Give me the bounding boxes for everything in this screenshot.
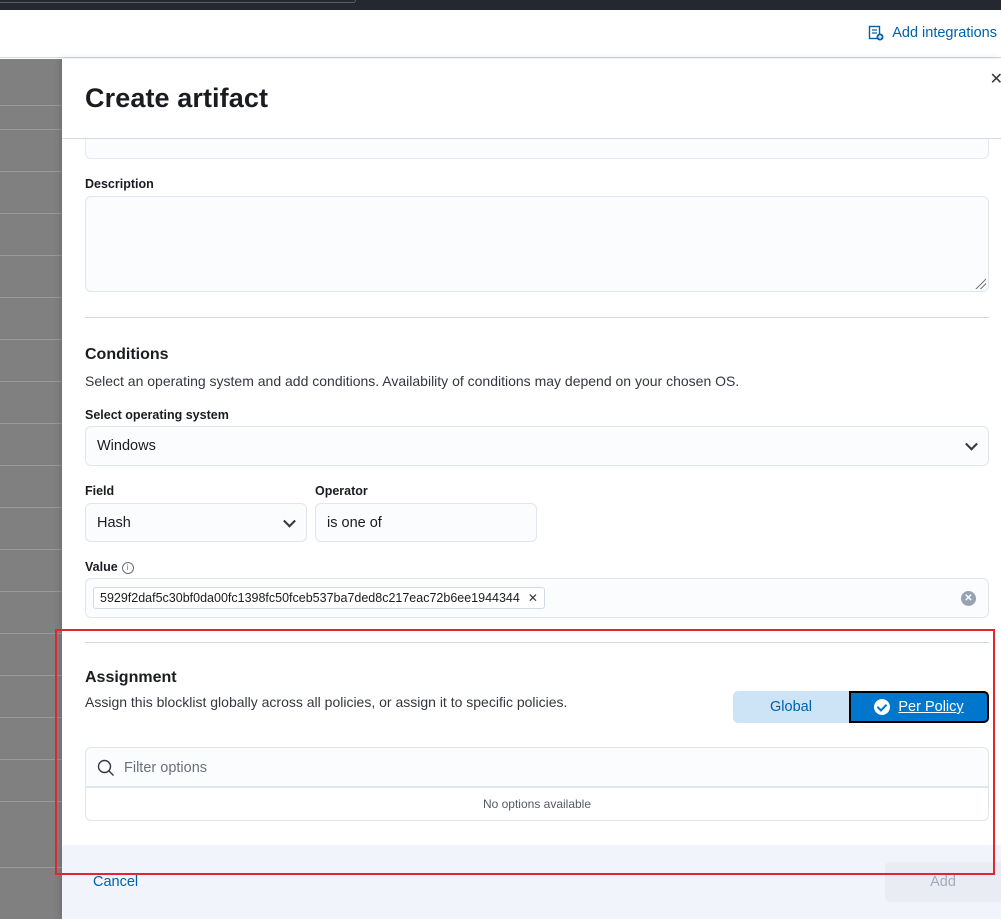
check-circle-icon — [874, 699, 891, 715]
assignment-title: Assignment — [85, 669, 177, 686]
section-divider — [85, 642, 989, 643]
field-label: Field — [85, 484, 115, 498]
backdrop-row-line — [0, 129, 62, 130]
backdrop-row-line — [0, 297, 62, 298]
operator-value: is one of — [327, 514, 382, 531]
search-icon — [97, 759, 114, 776]
backdrop-row-line — [0, 867, 62, 868]
backdrop-row-line — [0, 381, 62, 382]
backdrop-row-line — [0, 339, 62, 340]
cancel-button[interactable]: Cancel — [93, 874, 138, 890]
backdrop-row-line — [0, 507, 62, 508]
page-header: Add integrations — [0, 10, 1001, 58]
os-select[interactable]: Windows — [85, 426, 989, 466]
policy-filter-box — [85, 747, 989, 787]
policy-options-list: No options available — [85, 787, 989, 821]
global-button-label: Global — [770, 699, 812, 715]
chevron-down-icon — [965, 437, 978, 451]
top-nav-bar — [0, 0, 1001, 10]
backdrop-row-line — [0, 105, 62, 106]
flyout-footer: Cancel Add — [62, 845, 1001, 919]
value-label: Value i — [85, 560, 134, 574]
value-chip-text: 5929f2daf5c30bf0da00fc1398fc50fceb537ba7… — [100, 591, 520, 605]
backdrop-row-line — [0, 591, 62, 592]
value-combobox[interactable]: 5929f2daf5c30bf0da00fc1398fc50fceb537ba7… — [85, 578, 989, 618]
os-select-label: Select operating system — [85, 408, 229, 422]
per-policy-button[interactable]: Per Policy — [849, 691, 989, 723]
field-select[interactable]: Hash — [85, 503, 307, 542]
add-integrations-link[interactable]: Add integrations — [868, 25, 997, 41]
backdrop-row-line — [0, 801, 62, 802]
modal-backdrop[interactable] — [0, 59, 62, 919]
section-divider — [85, 317, 989, 318]
integrations-icon — [869, 25, 884, 41]
resize-grip-icon[interactable] — [974, 277, 986, 289]
value-label-text: Value — [85, 560, 118, 574]
backdrop-row-line — [0, 717, 62, 718]
backdrop-row-line — [0, 465, 62, 466]
backdrop-row-line — [0, 171, 62, 172]
chevron-down-icon — [283, 514, 296, 528]
backdrop-row-line — [0, 255, 62, 256]
backdrop-row-line — [0, 633, 62, 634]
filter-options-input[interactable] — [124, 757, 964, 779]
conditions-title: Conditions — [85, 346, 169, 363]
backdrop-row-line — [0, 213, 62, 214]
remove-chip-icon[interactable]: ✕ — [528, 591, 538, 605]
info-icon[interactable]: i — [121, 562, 134, 574]
operator-label: Operator — [315, 484, 368, 498]
field-select-value: Hash — [97, 514, 131, 531]
assignment-toggle-group: Global Per Policy — [733, 691, 989, 723]
flyout-title: Create artifact — [85, 83, 269, 113]
backdrop-row-line — [0, 675, 62, 676]
description-label: Description — [85, 177, 154, 191]
os-select-value: Windows — [97, 438, 156, 454]
backdrop-row-line — [0, 423, 62, 424]
backdrop-row-line — [0, 549, 62, 550]
global-button[interactable]: Global — [733, 691, 849, 723]
create-artifact-flyout: Create artifact ✕ Description Conditions… — [62, 59, 1001, 919]
assignment-subtitle: Assign this blocklist globally across al… — [85, 694, 568, 710]
description-textarea[interactable] — [85, 196, 989, 292]
value-chip: 5929f2daf5c30bf0da00fc1398fc50fceb537ba7… — [93, 587, 545, 609]
per-policy-button-label: Per Policy — [898, 699, 964, 715]
conditions-subtitle: Select an operating system and add condi… — [85, 373, 740, 389]
add-button[interactable]: Add — [885, 862, 1001, 902]
backdrop-row-line — [0, 759, 62, 760]
add-button-label: Add — [930, 874, 956, 890]
name-input-partial[interactable] — [85, 139, 989, 159]
add-integrations-label: Add integrations — [892, 25, 997, 41]
close-icon[interactable]: ✕ — [990, 69, 1001, 89]
clear-input-icon[interactable]: ✕ — [961, 591, 976, 606]
global-search-edge[interactable] — [0, 0, 356, 3]
no-options-text: No options available — [482, 797, 592, 811]
operator-field[interactable]: is one of — [315, 503, 537, 542]
